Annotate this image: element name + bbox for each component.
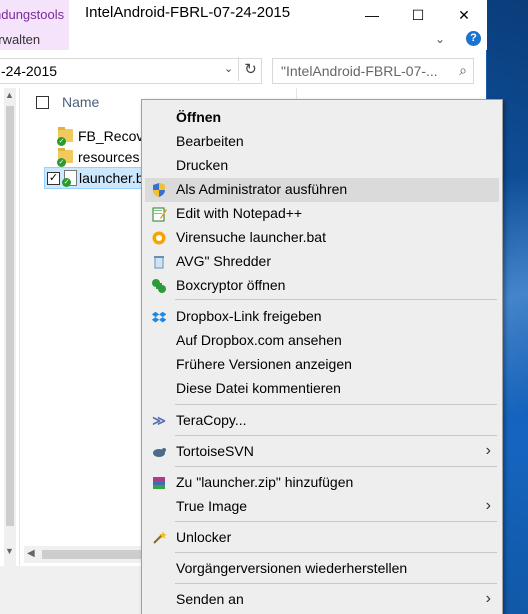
shredder-icon xyxy=(151,254,167,270)
refresh-icon[interactable]: ↻ xyxy=(238,57,262,81)
status-bar xyxy=(0,566,142,614)
menu-item-shredder[interactable]: AVG" Shredder xyxy=(145,250,499,274)
scroll-down-icon[interactable]: ▼ xyxy=(5,546,14,556)
window-title: IntelAndroid-FBRL-07-24-2015 xyxy=(85,4,291,21)
menu-item-label: Vorgängerversionen wiederherstellen xyxy=(176,560,408,576)
file-name: FB_Recov xyxy=(78,128,144,144)
address-bar[interactable]: -24-2015 xyxy=(0,58,262,84)
archive-icon xyxy=(151,475,167,491)
menu-item-label: Frühere Versionen anzeigen xyxy=(176,356,352,372)
notepad-icon xyxy=(151,206,167,222)
menu-item-teracopy[interactable]: ≫ TeraCopy... xyxy=(145,409,499,433)
tortoise-icon xyxy=(151,444,167,460)
item-checkbox[interactable]: ✓ xyxy=(47,172,60,185)
menu-separator xyxy=(175,299,497,300)
scroll-up-icon[interactable]: ▲ xyxy=(5,90,14,100)
menu-item-restore-versions[interactable]: Vorgängerversionen wiederherstellen xyxy=(145,557,499,581)
submenu-arrow-icon: › xyxy=(485,497,491,514)
maximize-button[interactable]: ☐ xyxy=(395,0,441,30)
menu-separator xyxy=(175,435,497,436)
menu-item-send-to[interactable]: Senden an › xyxy=(145,588,499,612)
context-tab-text: ndungstools xyxy=(0,7,65,22)
menu-separator xyxy=(175,521,497,522)
search-icon: ⌕ xyxy=(459,62,467,78)
menu-item-label: AVG" Shredder xyxy=(176,253,271,269)
menu-item-notepad[interactable]: Edit with Notepad++ xyxy=(145,202,499,226)
menu-item-label: Bearbeiten xyxy=(176,133,244,149)
menu-separator xyxy=(175,404,497,405)
title-bar: ndungstools IntelAndroid-FBRL-07-24-2015… xyxy=(0,0,487,30)
address-path: -24-2015 xyxy=(1,63,58,79)
menu-item-tortoisesvn[interactable]: TortoiseSVN › xyxy=(145,440,499,464)
submenu-arrow-icon: › xyxy=(485,442,491,459)
context-menu: Öffnen Bearbeiten Drucken Als Administra… xyxy=(141,99,503,614)
menu-item-label: Edit with Notepad++ xyxy=(176,205,303,221)
sync-ok-icon: ✓ xyxy=(57,137,66,146)
minimize-button[interactable]: — xyxy=(349,0,395,30)
column-name[interactable]: Name xyxy=(62,94,99,110)
menu-item-unlocker[interactable]: Unlocker xyxy=(145,526,499,550)
menu-separator xyxy=(175,552,497,553)
menu-item-boxcryptor[interactable]: Boxcryptor öffnen xyxy=(145,274,499,298)
ribbon-tabs: erwalten ⌄ ? xyxy=(0,30,487,50)
menu-item-previous-versions[interactable]: Frühere Versionen anzeigen xyxy=(145,353,499,377)
search-input[interactable]: "IntelAndroid-FBRL-07-... ⌕ xyxy=(272,58,474,84)
menu-item-label: Virensuche launcher.bat xyxy=(176,229,326,245)
nav-scrollbar-thumb[interactable] xyxy=(6,106,14,526)
menu-item-add-to-zip[interactable]: Zu "launcher.zip" hinzufügen xyxy=(145,471,499,495)
menu-item-label: TortoiseSVN xyxy=(176,443,254,459)
menu-item-label: Zu "launcher.zip" hinzufügen xyxy=(176,474,354,490)
menu-item-label: TeraCopy... xyxy=(176,412,247,428)
ribbon-expand-icon[interactable]: ⌄ xyxy=(435,32,445,46)
submenu-arrow-icon: › xyxy=(485,590,491,607)
menu-item-label: Drucken xyxy=(176,157,229,173)
tab-manage[interactable]: erwalten xyxy=(0,30,69,50)
address-dropdown-icon[interactable]: ⌄ xyxy=(224,62,233,75)
antivirus-icon xyxy=(151,230,167,246)
menu-item-comment[interactable]: Diese Datei kommentieren xyxy=(145,377,499,401)
sync-ok-icon: ✓ xyxy=(57,158,66,167)
menu-item-dropbox-view[interactable]: Auf Dropbox.com ansehen xyxy=(145,329,499,353)
boxcryptor-icon xyxy=(151,278,167,294)
menu-item-virus-scan[interactable]: Virensuche launcher.bat xyxy=(145,226,499,250)
shield-icon xyxy=(151,182,167,198)
navigation-pane: ▲ ▼ xyxy=(0,88,20,566)
horizontal-scrollbar-thumb[interactable] xyxy=(42,550,142,559)
file-name: launcher.b xyxy=(79,170,144,186)
menu-item-edit[interactable]: Bearbeiten xyxy=(145,130,499,154)
menu-item-label: Als Administrator ausführen xyxy=(176,181,348,197)
menu-item-open[interactable]: Öffnen xyxy=(145,106,499,130)
address-row: -24-2015 ⌄ ↻ "IntelAndroid-FBRL-07-... ⌕ xyxy=(0,56,487,86)
select-all-checkbox[interactable] xyxy=(36,96,49,109)
teracopy-icon: ≫ xyxy=(152,413,166,428)
wand-icon xyxy=(151,530,167,546)
search-placeholder: "IntelAndroid-FBRL-07-... xyxy=(281,63,438,79)
menu-item-run-as-admin[interactable]: Als Administrator ausführen xyxy=(145,178,499,202)
menu-item-label: Diese Datei kommentieren xyxy=(176,380,341,396)
menu-item-true-image[interactable]: True Image › xyxy=(145,495,499,519)
sync-ok-icon: ✓ xyxy=(62,178,71,187)
menu-item-label: Auf Dropbox.com ansehen xyxy=(176,332,342,348)
tab-manage-label: erwalten xyxy=(0,32,41,47)
help-icon[interactable]: ? xyxy=(466,31,481,46)
menu-item-label: Dropbox-Link freigeben xyxy=(176,308,322,324)
menu-item-label: Boxcryptor öffnen xyxy=(176,277,286,293)
dropbox-icon xyxy=(151,309,167,325)
menu-item-label: Senden an xyxy=(176,591,244,607)
menu-separator xyxy=(175,583,497,584)
close-button[interactable]: ✕ xyxy=(441,0,487,30)
menu-separator xyxy=(175,466,497,467)
menu-item-label: Öffnen xyxy=(176,109,222,125)
menu-item-dropbox-link[interactable]: Dropbox-Link freigeben xyxy=(145,305,499,329)
context-tab-label[interactable]: ndungstools xyxy=(0,0,69,30)
file-name: resources xyxy=(78,149,140,165)
scroll-left-icon[interactable]: ◀ xyxy=(27,548,35,559)
menu-item-label: Unlocker xyxy=(176,529,232,545)
menu-item-label: True Image xyxy=(176,498,248,514)
horizontal-scrollbar[interactable]: ◀ xyxy=(24,546,142,563)
menu-item-print[interactable]: Drucken xyxy=(145,154,499,178)
